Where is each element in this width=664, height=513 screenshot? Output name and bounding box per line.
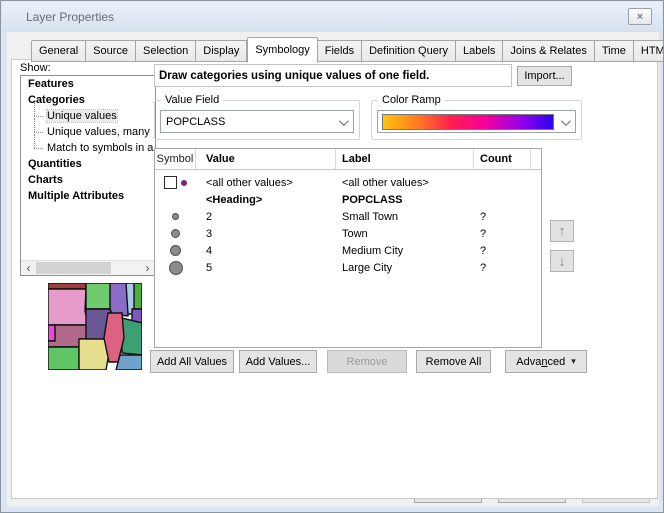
point-symbol-icon[interactable] [172,213,179,220]
scroll-left-icon[interactable]: ‹ [21,261,36,275]
column-header-value[interactable]: Value [196,149,336,169]
color-ramp-dropdown[interactable] [377,110,576,133]
arrow-up-icon: ↑ [558,223,566,240]
color-ramp-label: Color Ramp [378,94,445,106]
point-symbol-icon[interactable] [171,229,180,238]
scrollbar-thumb[interactable] [36,262,111,274]
column-header-count[interactable]: Count [474,149,531,169]
all-other-values-checkbox[interactable] [164,176,177,189]
tab-fields[interactable]: Fields [318,40,362,62]
color-ramp-group: Color Ramp [371,100,582,140]
color-ramp-swatch [382,114,554,130]
move-up-button[interactable]: ↑ [550,220,574,242]
dialog-body: General Source Selection Display Symbolo… [7,32,659,506]
symbology-tab-page: Show: Features Categories Unique values … [11,59,658,499]
table-row-all-other-values[interactable]: <all other values> <all other values> [155,174,541,191]
table-row[interactable]: 2 Small Town ? [155,208,541,225]
value-field-value: POPCLASS [166,116,225,128]
layer-properties-dialog: Layer Properties × General Source Select… [0,0,664,513]
tree-item-features[interactable]: Features [21,76,155,92]
tree-item-quantities[interactable]: Quantities [21,156,155,172]
remove-all-button[interactable]: Remove All [416,350,491,373]
table-row[interactable]: 5 Large City ? [155,259,541,276]
chevron-down-icon [561,116,571,126]
move-down-button[interactable]: ↓ [550,250,574,272]
chevron-down-icon [339,116,349,126]
remove-button: Remove [327,350,407,373]
caret-down-icon: ▾ [571,356,576,367]
show-tree: Features Categories Unique values Unique… [20,75,156,276]
tree-item-match-to-symbols[interactable]: Match to symbols in a [21,140,155,156]
show-label: Show: [20,62,51,74]
advanced-button[interactable]: Advanced ▾ [505,350,587,373]
arrow-down-icon: ↓ [558,253,566,270]
value-field-dropdown[interactable]: POPCLASS [160,110,354,133]
tree-horizontal-scrollbar[interactable]: ‹ › [21,260,155,275]
scroll-right-icon[interactable]: › [140,261,155,275]
point-symbol-icon[interactable] [170,245,181,256]
window-title: Layer Properties [26,10,114,24]
tab-source[interactable]: Source [86,40,136,62]
table-row[interactable]: 4 Medium City ? [155,242,541,259]
point-symbol-dot [181,180,187,186]
tab-definition-query[interactable]: Definition Query [362,40,456,62]
scrollbar-track[interactable] [36,261,140,275]
tree-item-multiple-attributes[interactable]: Multiple Attributes [21,188,155,204]
tab-bar: General Source Selection Display Symbolo… [31,37,664,62]
tree-item-categories[interactable]: Categories [21,92,155,108]
close-icon: × [637,11,643,23]
map-preview-svg [48,283,142,370]
tab-symbology[interactable]: Symbology [247,37,317,63]
table-header: Symbol Value Label Count [155,149,541,170]
tab-time[interactable]: Time [595,40,634,62]
tab-selection[interactable]: Selection [136,40,196,62]
value-field-label: Value Field [161,94,223,106]
advanced-button-label: Advanced [516,356,565,368]
tab-html-popup[interactable]: HTML Popup [634,40,664,62]
column-header-symbol[interactable]: Symbol [155,149,196,169]
method-description: Draw categories using unique values of o… [154,64,512,87]
tab-general[interactable]: General [31,40,86,62]
close-button[interactable]: × [628,8,652,25]
tree-item-unique-values[interactable]: Unique values [21,108,155,124]
value-field-group: Value Field POPCLASS [154,100,360,140]
tab-joins-relates[interactable]: Joins & Relates [503,40,594,62]
tree-item-charts[interactable]: Charts [21,172,155,188]
table-row-heading[interactable]: <Heading> POPCLASS [155,191,541,208]
add-all-values-button[interactable]: Add All Values [150,350,234,373]
point-symbol-icon[interactable] [169,261,183,275]
title-bar: Layer Properties [2,2,662,32]
add-values-button[interactable]: Add Values... [239,350,317,373]
column-header-label[interactable]: Label [336,149,474,169]
table-row[interactable]: 3 Town ? [155,225,541,242]
unique-values-table: Symbol Value Label Count <all other valu… [154,148,542,348]
tab-labels[interactable]: Labels [456,40,503,62]
tab-display[interactable]: Display [196,40,247,62]
tree-item-unique-values-many[interactable]: Unique values, many [21,124,155,140]
import-button[interactable]: Import... [517,66,572,86]
